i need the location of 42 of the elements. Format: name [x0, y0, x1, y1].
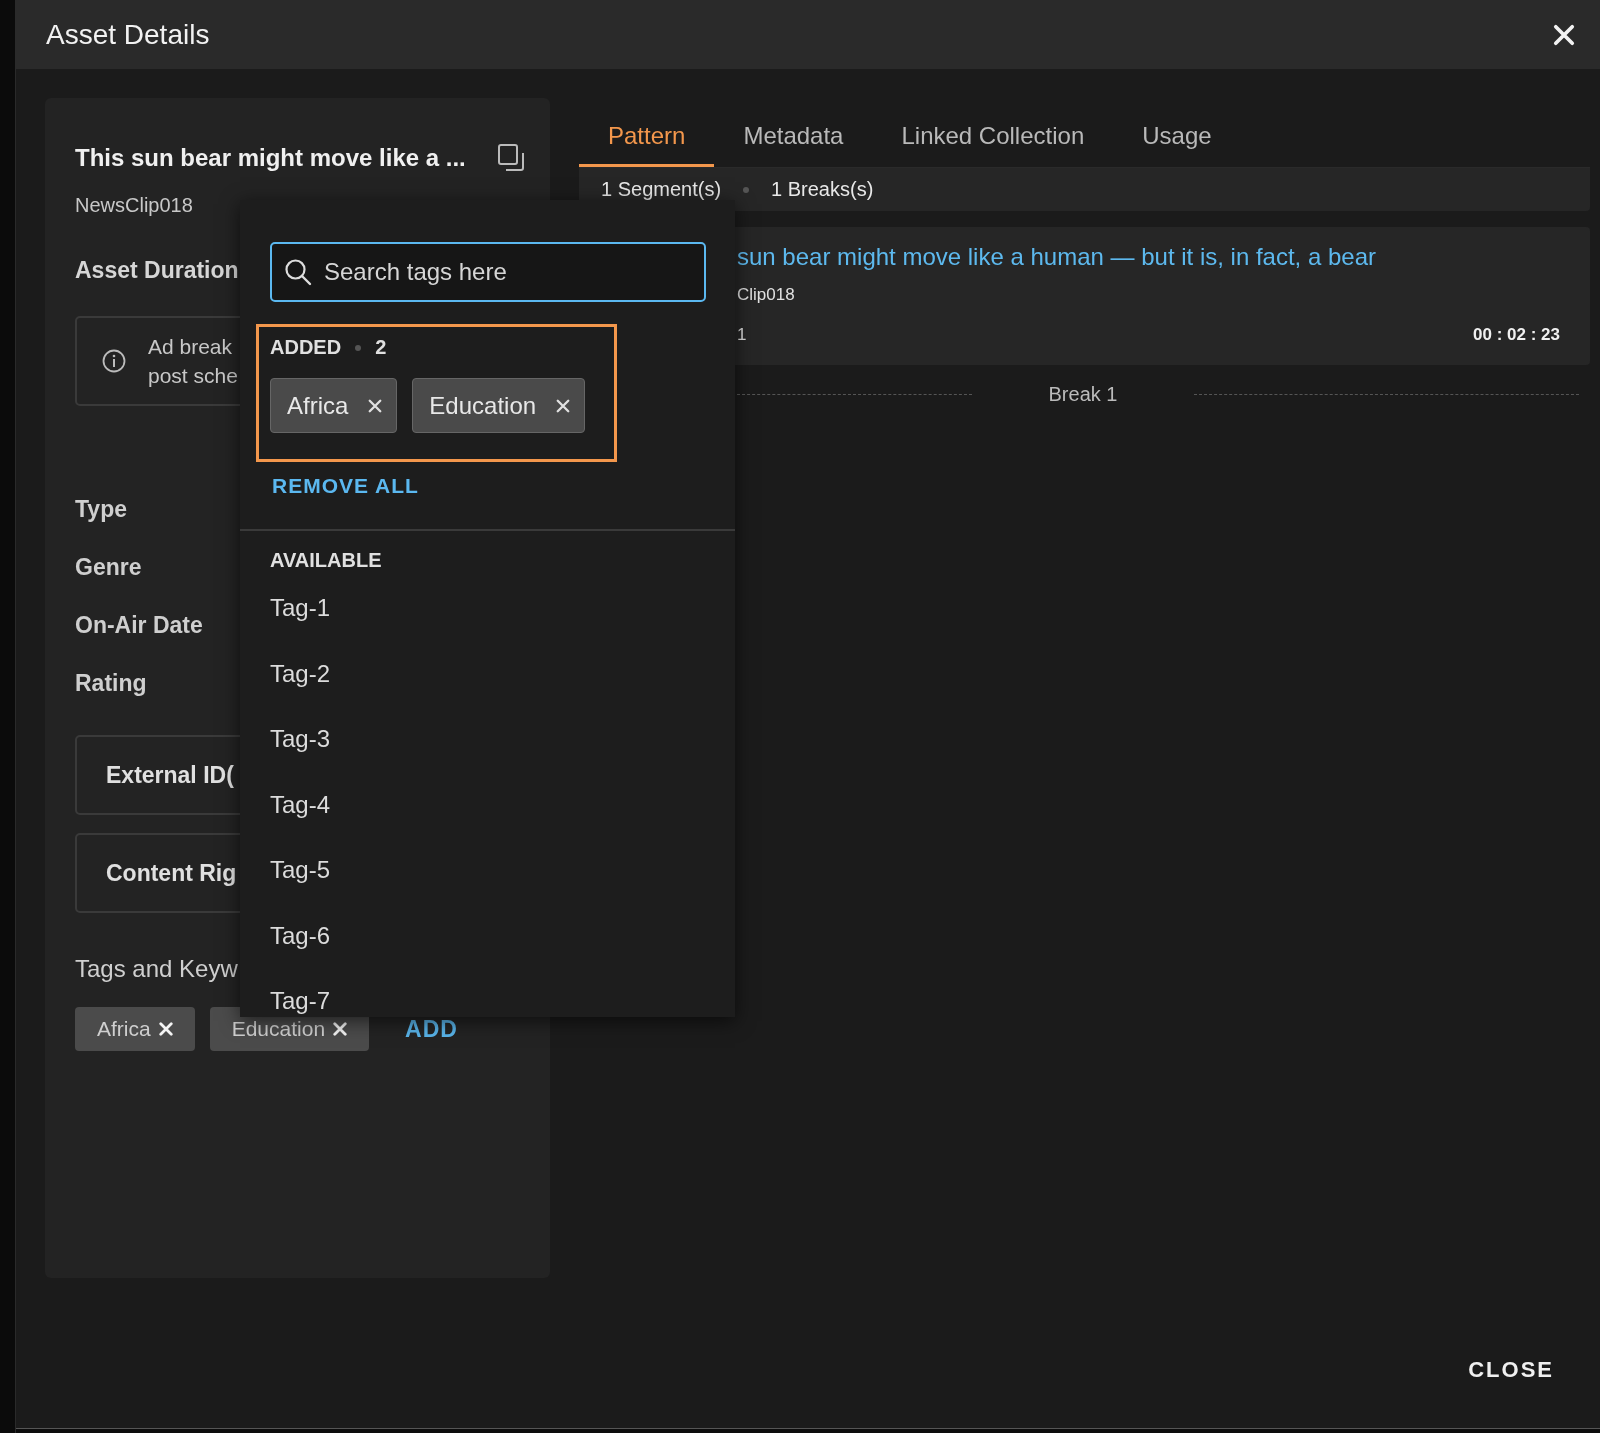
notice-text: Ad break	[148, 334, 234, 360]
tag-option[interactable]: Tag-5	[240, 856, 735, 922]
field-label: Genre	[75, 555, 142, 579]
asset-title: This sun bear might move like a ...	[75, 144, 466, 172]
field-label: Asset Duration	[75, 257, 239, 284]
tag-chip[interactable]: Education	[412, 378, 586, 433]
notice-text: post sche	[148, 363, 238, 389]
tag-chip[interactable]: Africa	[75, 1007, 195, 1051]
copy-icon[interactable]	[498, 144, 525, 172]
tag-option[interactable]: Tag-1	[240, 594, 735, 660]
segment-number: 1	[737, 325, 747, 345]
add-button[interactable]: ADD	[399, 1015, 464, 1043]
break-label: Break 1	[1047, 383, 1119, 406]
window-title: Asset Details	[46, 18, 210, 51]
segment-count: 1 Segment(s)	[601, 178, 722, 201]
remove-icon[interactable]	[368, 398, 383, 413]
segment-id: Clip018	[737, 285, 796, 305]
added-label: ADDED	[270, 336, 342, 359]
field-label: On-Air Date	[75, 613, 203, 637]
tag-option[interactable]: Tag-2	[240, 659, 735, 725]
remove-icon[interactable]	[556, 398, 571, 413]
field-label: Type	[75, 497, 127, 521]
break-count: 1 Breaks(s)	[771, 178, 874, 201]
asset-id: NewsClip018	[75, 194, 193, 217]
remove-all-button[interactable]: REMOVE ALL	[266, 470, 425, 502]
segment-duration: 00 : 02 : 23	[1473, 325, 1560, 345]
added-count: 2	[375, 336, 387, 359]
tag-option[interactable]: Tag-6	[240, 921, 735, 987]
info-icon	[102, 349, 126, 373]
close-button[interactable]: CLOSE	[1462, 1356, 1560, 1384]
search-field[interactable]: Search tags here	[270, 242, 706, 302]
tab[interactable]: Linked Collection	[872, 98, 1114, 167]
tag-option[interactable]: Tag-3	[240, 725, 735, 791]
tag-chip[interactable]: Africa	[270, 378, 398, 433]
tag-option[interactable]: Tag-4	[240, 790, 735, 856]
tab[interactable]: Metadata	[714, 98, 873, 167]
field-label: Rating	[75, 671, 147, 695]
tab[interactable]: Usage	[1113, 98, 1241, 167]
close-icon[interactable]	[1553, 23, 1575, 46]
segment-title: sun bear might move like a human — but it is, in fact, a bear	[737, 243, 1377, 271]
available-label: AVAILABLE	[270, 549, 383, 572]
tags-label: Tags and Keyw	[75, 955, 238, 983]
